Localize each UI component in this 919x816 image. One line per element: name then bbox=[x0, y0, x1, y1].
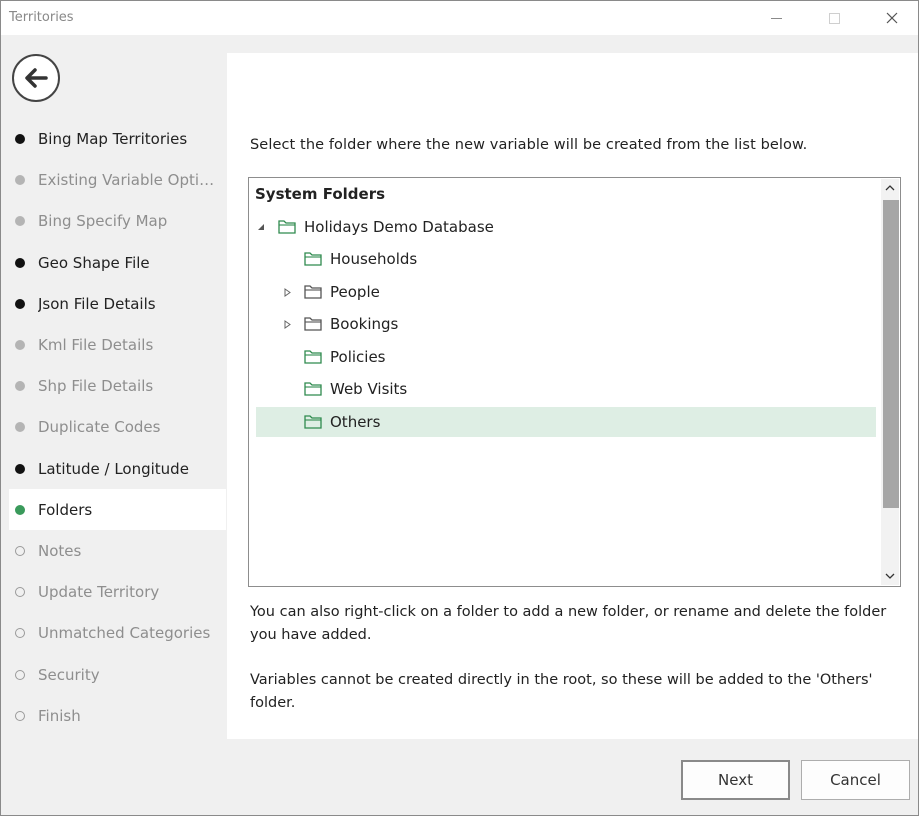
folder-icon bbox=[304, 252, 322, 266]
step-security[interactable]: Security bbox=[9, 654, 226, 695]
folders-step-panel: Select the folder where the new variable… bbox=[227, 53, 918, 739]
maximize-icon bbox=[828, 12, 840, 24]
folder-icon bbox=[304, 285, 322, 299]
tree-item-label: People bbox=[330, 283, 380, 301]
chevron-down-icon bbox=[885, 573, 895, 579]
folder-icon bbox=[278, 220, 296, 234]
folder-icon bbox=[304, 382, 322, 396]
tree-item-others[interactable]: Others bbox=[256, 407, 876, 437]
step-label: Kml File Details bbox=[38, 335, 154, 354]
tree-item-people[interactable]: People bbox=[256, 277, 876, 307]
step-status-dot bbox=[15, 215, 25, 226]
territories-window: Territories Bing Map Territories Existing… bbox=[0, 0, 919, 816]
step-label: Bing Map Territories bbox=[38, 129, 188, 148]
close-icon bbox=[886, 12, 898, 24]
folder-icon bbox=[304, 350, 322, 364]
expand-icon[interactable] bbox=[282, 287, 292, 297]
collapse-icon[interactable] bbox=[256, 222, 266, 232]
step-label: Security bbox=[38, 665, 100, 684]
scroll-down-button[interactable] bbox=[881, 567, 899, 585]
step-label: Finish bbox=[38, 706, 81, 725]
help-text-rename: You can also right-click on a folder to … bbox=[250, 604, 887, 643]
tree-item-households[interactable]: Households bbox=[256, 244, 876, 274]
folder-icon bbox=[304, 415, 322, 429]
chevron-up-icon bbox=[885, 185, 895, 191]
step-bing-specify-map[interactable]: Bing Specify Map bbox=[9, 200, 226, 241]
tree-scrollbar[interactable] bbox=[881, 179, 899, 585]
step-status-dot bbox=[15, 627, 25, 638]
step-status-dot bbox=[15, 257, 25, 268]
step-status-dot bbox=[15, 174, 25, 185]
title-bar: Territories bbox=[1, 1, 918, 35]
step-notes[interactable]: Notes bbox=[9, 530, 226, 571]
tree-item-policies[interactable]: Policies bbox=[256, 342, 876, 372]
step-label: Folders bbox=[38, 500, 93, 519]
step-label: Existing Variable Options bbox=[38, 170, 223, 189]
step-shp-file-details[interactable]: Shp File Details bbox=[9, 365, 226, 406]
instruction-text: Select the folder where the new variable… bbox=[250, 137, 808, 153]
step-status-dot bbox=[15, 545, 25, 556]
step-folders[interactable]: Folders bbox=[9, 489, 226, 530]
step-label: Shp File Details bbox=[38, 376, 154, 395]
step-status-dot bbox=[15, 669, 25, 680]
close-button[interactable] bbox=[869, 5, 915, 31]
tree-root-row[interactable]: Holidays Demo Database bbox=[256, 212, 876, 242]
tree-root-label: Holidays Demo Database bbox=[304, 218, 494, 236]
step-status-dot bbox=[15, 133, 25, 144]
step-geo-shape-file[interactable]: Geo Shape File bbox=[9, 242, 226, 283]
tree-header: System Folders bbox=[255, 185, 386, 203]
folder-icon bbox=[304, 317, 322, 331]
next-button[interactable]: Next bbox=[681, 760, 790, 800]
scroll-thumb[interactable] bbox=[883, 200, 899, 508]
tree-item-label: Others bbox=[330, 413, 381, 431]
step-latitude-longitude[interactable]: Latitude / Longitude bbox=[9, 448, 226, 489]
scroll-up-button[interactable] bbox=[881, 179, 899, 197]
minimize-icon bbox=[770, 17, 782, 19]
step-status-dot bbox=[15, 504, 25, 515]
tree-item-label: Bookings bbox=[330, 315, 399, 333]
step-status-dot bbox=[15, 710, 25, 721]
step-status-dot bbox=[15, 339, 25, 350]
step-label: Json File Details bbox=[38, 294, 156, 313]
step-status-dot bbox=[15, 586, 25, 597]
tree-item-label: Policies bbox=[330, 348, 386, 366]
expand-icon[interactable] bbox=[282, 319, 292, 329]
minimize-button[interactable] bbox=[753, 5, 799, 31]
step-update-territory[interactable]: Update Territory bbox=[9, 571, 226, 612]
step-duplicate-codes[interactable]: Duplicate Codes bbox=[9, 406, 226, 447]
step-label: Latitude / Longitude bbox=[38, 459, 189, 478]
step-label: Notes bbox=[38, 541, 82, 560]
cancel-button[interactable]: Cancel bbox=[801, 760, 910, 800]
step-kml-file-details[interactable]: Kml File Details bbox=[9, 324, 226, 365]
help-text-root: Variables cannot be created directly in … bbox=[250, 672, 873, 711]
step-label: Unmatched Categories bbox=[38, 623, 211, 642]
back-button[interactable] bbox=[12, 54, 60, 102]
step-label: Update Territory bbox=[38, 582, 160, 601]
folder-tree[interactable]: System Folders Holidays Demo Database Ho… bbox=[248, 177, 901, 587]
step-existing-variable-options[interactable]: Existing Variable Options bbox=[9, 159, 226, 200]
step-status-dot bbox=[15, 463, 25, 474]
wizard-steps-sidebar: Bing Map Territories Existing Variable Op… bbox=[1, 35, 226, 739]
step-label: Bing Specify Map bbox=[38, 211, 168, 230]
step-unmatched-categories[interactable]: Unmatched Categories bbox=[9, 612, 226, 653]
tree-item-label: Households bbox=[330, 250, 418, 268]
window-title: Territories bbox=[9, 10, 74, 25]
step-status-dot bbox=[15, 421, 25, 432]
tree-item-web-visits[interactable]: Web Visits bbox=[256, 374, 876, 404]
step-json-file-details[interactable]: Json File Details bbox=[9, 283, 226, 324]
tree-item-bookings[interactable]: Bookings bbox=[256, 309, 876, 339]
step-status-dot bbox=[15, 298, 25, 309]
step-label: Geo Shape File bbox=[38, 253, 150, 272]
step-label: Duplicate Codes bbox=[38, 417, 161, 436]
maximize-button[interactable] bbox=[811, 5, 857, 31]
step-bing-map-territories[interactable]: Bing Map Territories bbox=[9, 118, 226, 159]
arrow-left-icon bbox=[25, 68, 48, 88]
step-finish[interactable]: Finish bbox=[9, 695, 226, 736]
step-status-dot bbox=[15, 380, 25, 391]
tree-item-label: Web Visits bbox=[330, 380, 408, 398]
